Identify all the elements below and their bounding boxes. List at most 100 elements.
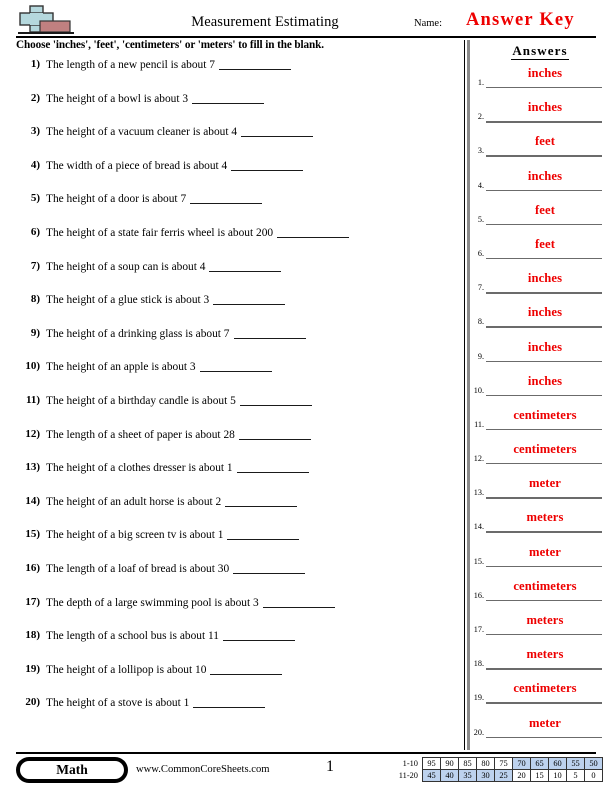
answer-value: inches xyxy=(527,100,563,115)
answer-blank-input[interactable] xyxy=(193,696,266,709)
question-text: The height of a state fair ferris wheel … xyxy=(46,226,274,239)
answer-blank-input[interactable] xyxy=(222,629,295,642)
question-number: 10) xyxy=(25,360,40,373)
question-row: 19) The height of a lollipop is about 10 xyxy=(16,663,456,697)
question-text: The height of a big screen tv is about 1 xyxy=(46,529,224,542)
answer-blank-input[interactable] xyxy=(192,92,265,104)
answer-blank-input[interactable] xyxy=(218,58,291,70)
answer-blank-input[interactable] xyxy=(239,394,312,406)
answer-underline xyxy=(486,292,602,294)
answer-value: feet xyxy=(535,236,555,251)
answer-row: 13. meter xyxy=(470,476,612,510)
score-cell: 25 xyxy=(494,769,513,782)
answer-blank-input[interactable] xyxy=(238,428,311,440)
answer-blank-input[interactable] xyxy=(262,596,335,608)
answer-number: 14. xyxy=(473,522,484,532)
answer-value: feet xyxy=(535,202,555,217)
question-text-wrap: The depth of a large swimming pool is ab… xyxy=(46,596,335,609)
question-text-wrap: The height of a drinking glass is about … xyxy=(46,327,306,340)
question-number: 17) xyxy=(25,595,40,608)
answer-blank-input[interactable] xyxy=(233,327,306,339)
answer-blank-input[interactable] xyxy=(241,125,314,138)
question-text: The depth of a large swimming pool is ab… xyxy=(46,596,259,609)
answer-underline xyxy=(486,360,602,362)
question-number: 1) xyxy=(30,58,40,70)
subject-badge: Math xyxy=(16,757,128,783)
question-text-wrap: The height of a door is about 7 xyxy=(46,192,263,206)
question-text-wrap: The length of a sheet of paper is about … xyxy=(46,428,311,441)
question-number: 15) xyxy=(25,528,40,541)
question-text: The height of a vacuum cleaner is about … xyxy=(46,126,238,139)
question-number: 3) xyxy=(30,125,40,138)
question-row: 2) The height of a bowl is about 3 xyxy=(16,92,456,126)
answer-blank-input[interactable] xyxy=(210,663,283,675)
answer-underline xyxy=(486,394,602,397)
answer-underline xyxy=(486,463,602,465)
answer-value: centimeters xyxy=(513,681,577,696)
instructions-text: Choose 'inches', 'feet', 'centimeters' o… xyxy=(16,39,324,51)
answer-blank-input[interactable] xyxy=(227,528,300,541)
answers-heading-label: Answers xyxy=(511,43,569,60)
answer-blank-input[interactable] xyxy=(277,226,350,238)
answer-blank-input[interactable] xyxy=(225,495,298,507)
score-cell: 0 xyxy=(584,769,603,782)
answer-underline xyxy=(486,599,602,602)
question-text: The length of a new pencil is about 7 xyxy=(46,59,215,71)
page-number: 1 xyxy=(326,758,334,775)
answer-number: 5. xyxy=(477,214,484,224)
question-row: 20) The height of a stove is about 1 xyxy=(16,696,456,730)
score-cell: 80 xyxy=(476,757,495,770)
question-row: 10) The height of an apple is about 3 xyxy=(16,360,456,394)
question-number: 11) xyxy=(25,393,40,406)
answer-row: 17. meters xyxy=(470,613,612,647)
answer-underline xyxy=(486,121,602,123)
answer-row: 5. feet xyxy=(470,203,612,237)
score-cell: 35 xyxy=(458,769,477,782)
answer-blank-input[interactable] xyxy=(209,260,282,272)
score-cell: 10 xyxy=(548,769,567,782)
answer-number: 17. xyxy=(473,625,484,634)
score-cell: 75 xyxy=(494,757,513,770)
question-row: 6) The height of a state fair ferris whee… xyxy=(16,226,456,260)
question-number: 6) xyxy=(30,225,40,238)
question-number: 2) xyxy=(30,91,40,104)
answer-row: 14. meters xyxy=(470,510,612,544)
question-text: The height of a door is about 7 xyxy=(46,193,187,206)
score-cell: 85 xyxy=(458,757,477,770)
answer-blank-input[interactable] xyxy=(231,159,304,171)
answer-value: inches xyxy=(527,305,563,320)
question-number: 16) xyxy=(25,561,40,574)
question-text: The height of a glue stick is about 3 xyxy=(46,294,210,307)
answer-row: 1. inches xyxy=(470,66,612,100)
answer-underline xyxy=(486,223,602,226)
answer-underline xyxy=(486,497,602,499)
question-text: The height of a bowl is about 3 xyxy=(46,92,189,105)
answer-row: 3. feet xyxy=(470,134,612,168)
subject-badge-label: Math xyxy=(20,761,124,779)
answer-row: 10. inches xyxy=(470,374,612,408)
score-cell: 65 xyxy=(530,757,549,770)
answer-value: inches xyxy=(527,168,563,183)
answer-underline xyxy=(486,428,602,431)
answer-row: 18. meters xyxy=(470,647,612,681)
question-row: 1) The length of a new pencil is about 7 xyxy=(16,58,456,92)
question-number: 7) xyxy=(30,259,40,272)
answer-blank-input[interactable] xyxy=(236,461,309,474)
answer-blank-input[interactable] xyxy=(233,562,306,574)
answer-number: 19. xyxy=(473,693,484,703)
answer-blank-input[interactable] xyxy=(199,360,272,373)
answer-value: inches xyxy=(527,66,563,80)
question-text: The width of a piece of bread is about 4 xyxy=(46,159,228,172)
question-text-wrap: The height of a lollipop is about 10 xyxy=(46,663,283,676)
score-range-label: 1-10 xyxy=(402,759,418,768)
question-row: 3) The height of a vacuum cleaner is abou… xyxy=(16,125,456,159)
question-number: 8) xyxy=(30,293,40,306)
page-title: Measurement Estimating xyxy=(191,14,339,30)
score-cell: 40 xyxy=(440,769,459,782)
score-cell: 55 xyxy=(566,757,585,770)
answer-blank-input[interactable] xyxy=(213,293,286,306)
answer-blank-input[interactable] xyxy=(190,192,263,205)
question-text-wrap: The height of a bowl is about 3 xyxy=(46,92,265,105)
answer-underline xyxy=(486,634,602,636)
answer-underline xyxy=(486,326,602,328)
